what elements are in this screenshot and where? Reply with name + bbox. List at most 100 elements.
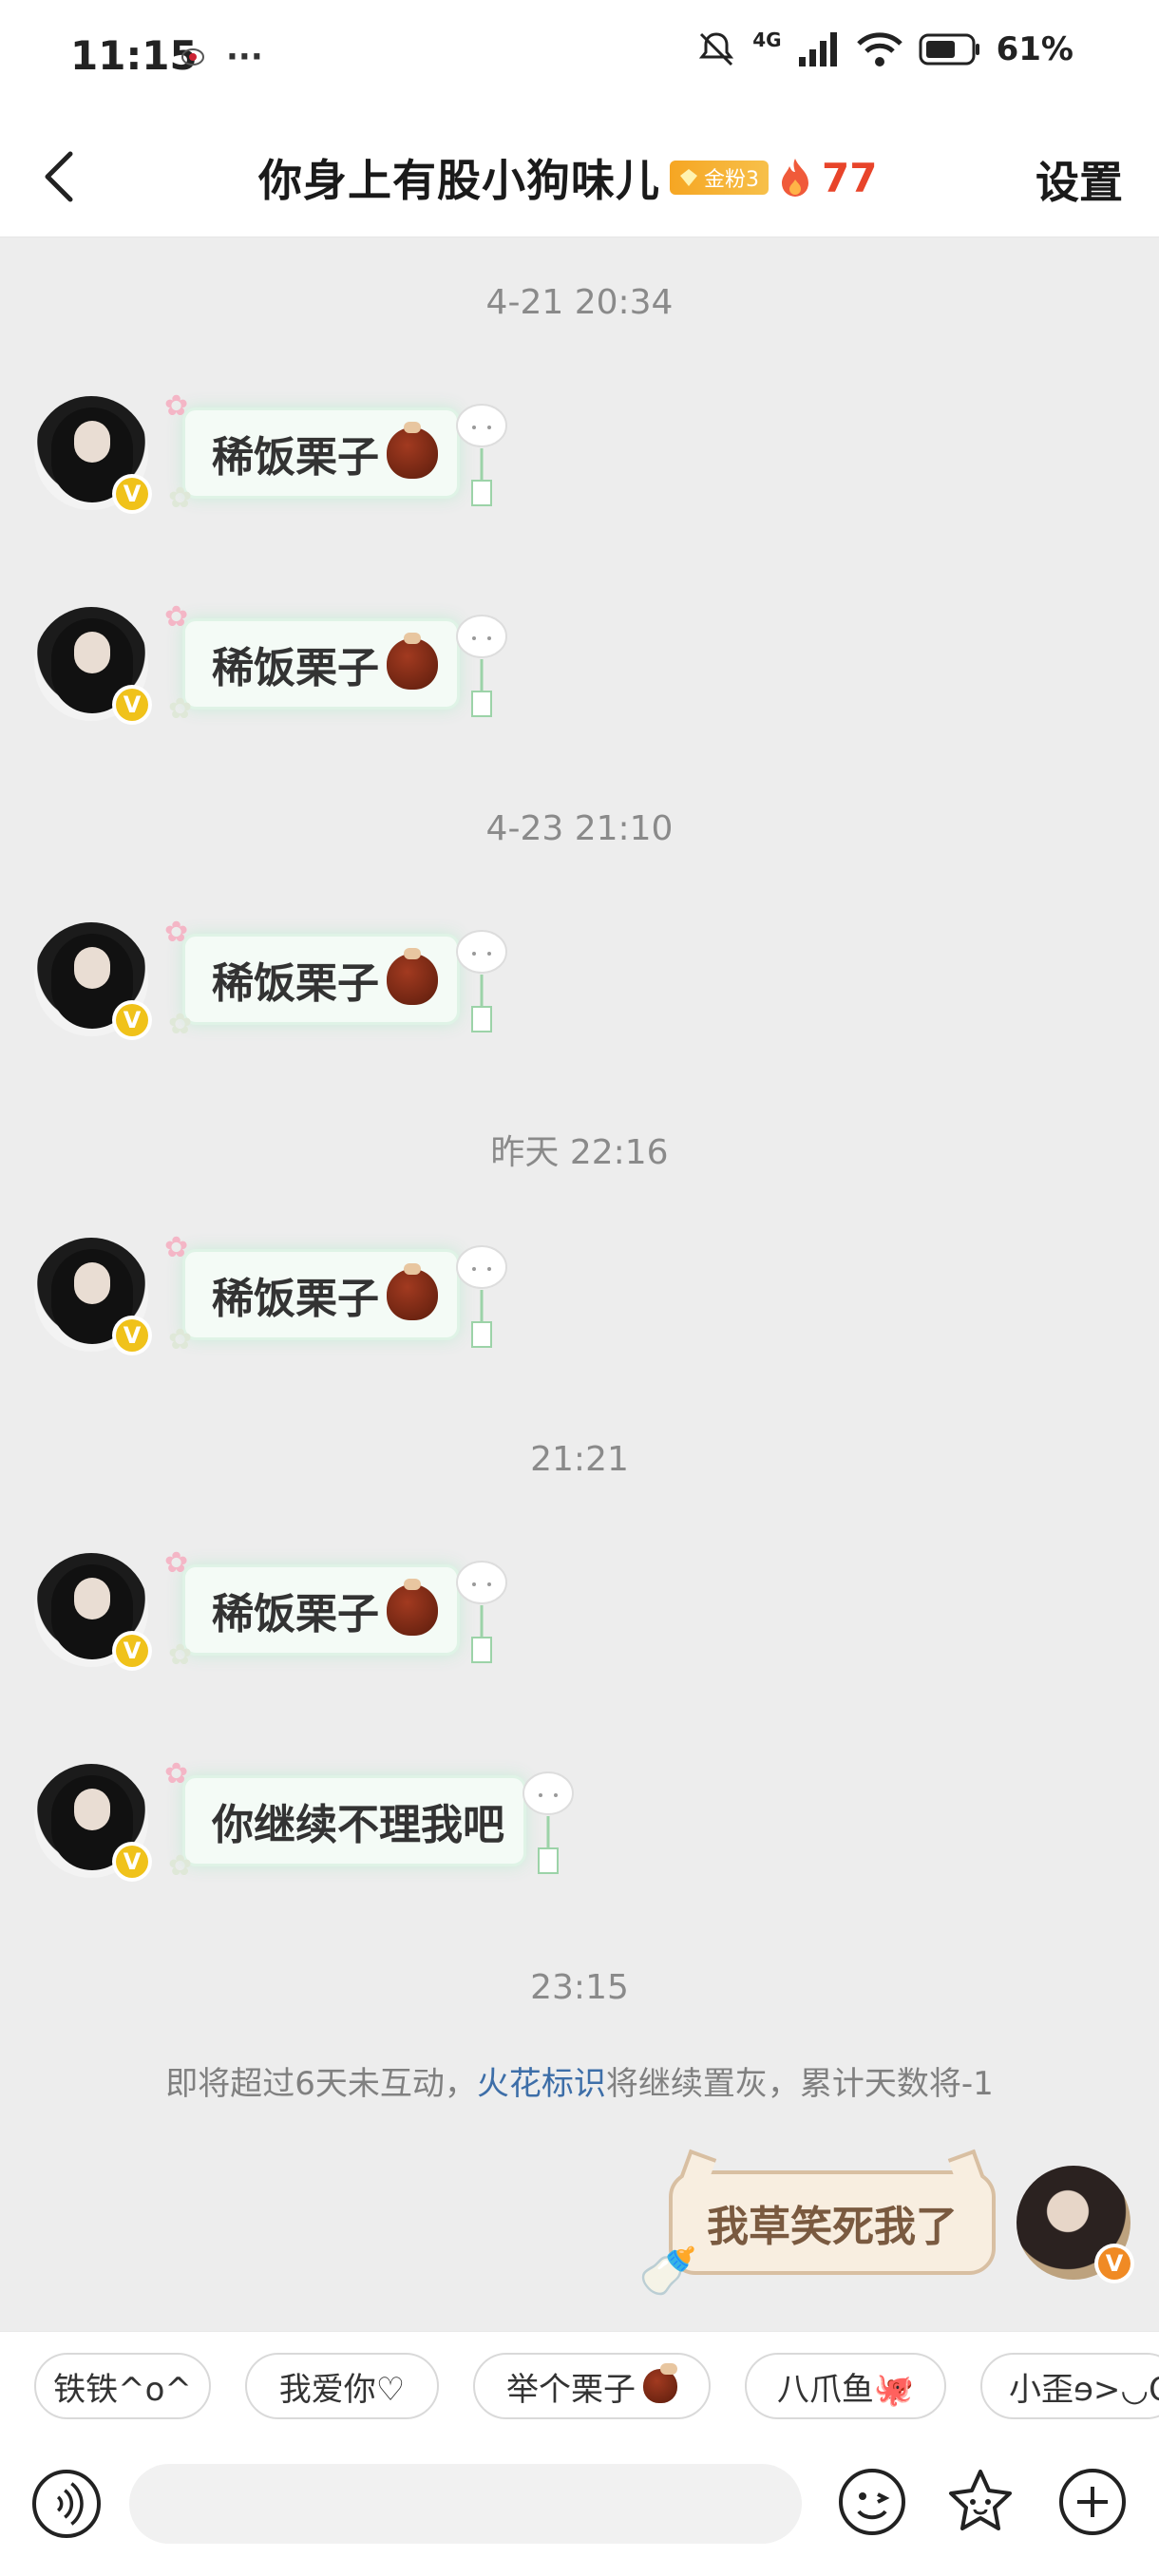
message-input[interactable]: [129, 2464, 802, 2544]
sheep-sticker-icon: [456, 404, 507, 506]
spark-notice: 即将超过6天未互动，火花标识将继续置灰，累计天数将-1: [0, 2057, 1159, 2104]
fire-icon: [782, 159, 808, 197]
message-row: V ✿ ✿ 稀饭栗子: [34, 600, 507, 726]
quick-reply-label: 举个栗子: [506, 2370, 636, 2409]
sheep-sticker-icon: [456, 930, 507, 1032]
sheep-sticker-icon: [456, 1561, 507, 1663]
verified-icon: V: [112, 1842, 152, 1882]
back-icon[interactable]: [34, 148, 87, 205]
wifi-icon: [856, 32, 902, 66]
sheep-sticker-icon: [456, 1245, 507, 1348]
message-text: 稀饭栗子: [212, 433, 379, 482]
quick-reply-label: 铁铁^o^: [53, 2370, 192, 2409]
add-icon[interactable]: [1056, 2466, 1129, 2538]
streak-count: 77: [822, 154, 878, 201]
quick-reply-chip[interactable]: 举个栗子: [473, 2353, 711, 2419]
status-ellipsis: ···: [226, 38, 263, 76]
fan-level-label: 金粉3: [704, 168, 759, 192]
flower-icon: ✿: [168, 482, 193, 515]
flower-icon: ✿: [168, 1849, 193, 1883]
quick-reply-chip[interactable]: 小歪ɘ>◡O: [980, 2353, 1159, 2419]
message-text: 你继续不理我吧: [212, 1801, 504, 1849]
flower-icon: ✿: [164, 1757, 189, 1790]
quick-reply-chip[interactable]: 八爪鱼🐙: [745, 2353, 946, 2419]
message-row: V ✿ ✿ 稀饭栗子: [34, 1231, 507, 1356]
flower-icon: ✿: [168, 692, 193, 726]
voice-icon[interactable]: [32, 2470, 101, 2538]
battery-label: 61%: [996, 30, 1074, 68]
chestnut-icon: [387, 948, 438, 1005]
chestnut-icon: [387, 1579, 438, 1636]
chestnut-icon: [387, 633, 438, 690]
message-bubble[interactable]: ✿ ✿ 稀饭栗子: [164, 916, 507, 1041]
status-time: 11:15: [70, 32, 198, 79]
avatar[interactable]: V: [34, 396, 152, 514]
mute-icon: [699, 32, 734, 66]
quick-reply-chip[interactable]: 我爱你♡: [245, 2353, 439, 2419]
timestamp: 4-23 21:10: [485, 809, 674, 848]
battery-icon: [919, 33, 979, 66]
avatar[interactable]: V: [34, 1238, 152, 1355]
notice-text-before: 即将超过6天未互动，: [165, 2065, 477, 2103]
message-row: V ✿ ✿ 稀饭栗子: [34, 389, 507, 515]
settings-button[interactable]: 设置: [1036, 148, 1123, 211]
message-text: 稀饭栗子: [212, 1590, 379, 1638]
flower-icon: ✿: [164, 600, 189, 634]
avatar[interactable]: V: [34, 607, 152, 725]
message-bubble[interactable]: ✿ ✿ 你继续不理我吧: [164, 1757, 574, 1883]
milk-bottle-icon: 🍼: [638, 2244, 698, 2299]
status-left-icons: ···: [180, 38, 263, 76]
message-text: 稀饭栗子: [212, 644, 379, 692]
avatar[interactable]: V: [34, 922, 152, 1040]
sticker-star-icon[interactable]: [944, 2466, 1016, 2538]
signal-icon: [798, 32, 837, 66]
message-bubble[interactable]: ✿ ✿ 稀饭栗子: [164, 389, 507, 515]
flower-icon: ✿: [168, 1323, 193, 1356]
quick-reply-chip[interactable]: 铁铁^o^: [34, 2353, 211, 2419]
chestnut-icon: [387, 422, 438, 479]
message-row: V ✿ ✿ 你继续不理我吧: [34, 1757, 574, 1883]
avatar[interactable]: V: [34, 1764, 152, 1882]
verified-icon: V: [1094, 2244, 1134, 2283]
flower-icon: ✿: [164, 916, 189, 949]
input-bar: [0, 2435, 1159, 2576]
message-row: V ✿ ✿ 稀饭栗子: [34, 916, 507, 1041]
notice-text-after: 将继续置灰，累计天数将-1: [605, 2065, 994, 2103]
flower-icon: ✿: [168, 1008, 193, 1041]
chat-title: 你身上有股小狗味儿: [258, 155, 660, 206]
own-message-row: 🍼 我草笑死我了 V: [638, 2149, 1134, 2299]
quick-reply-label: 小歪ɘ>◡O: [1009, 2370, 1159, 2409]
message-bubble[interactable]: ✿ ✿ 稀饭栗子: [164, 600, 507, 726]
flower-icon: ✿: [164, 1546, 189, 1580]
chestnut-icon: [387, 1263, 438, 1320]
timestamp: 4-21 20:34: [485, 283, 674, 322]
flower-icon: ✿: [168, 1638, 193, 1672]
emoji-icon[interactable]: [836, 2466, 908, 2538]
own-avatar[interactable]: V: [1016, 2166, 1134, 2283]
status-bar: 11:15 ··· 4G 61%: [0, 0, 1159, 114]
verified-icon: V: [112, 685, 152, 725]
chat-title-group: 你身上有股小狗味儿 金粉3 77: [258, 146, 877, 209]
fan-level-badge: 金粉3: [670, 161, 769, 195]
message-bubble[interactable]: ✿ ✿ 稀饭栗子: [164, 1546, 507, 1672]
chat-header: 你身上有股小狗味儿 金粉3 77 设置: [0, 114, 1159, 237]
sheep-sticker-icon: [522, 1771, 574, 1874]
flower-icon: ✿: [164, 389, 189, 423]
message-text: 稀饭栗子: [212, 959, 379, 1008]
spark-link[interactable]: 火花标识: [477, 2065, 606, 2103]
own-message-text: 我草笑死我了: [707, 2203, 958, 2251]
own-message-bubble[interactable]: 🍼 我草笑死我了: [638, 2149, 996, 2299]
quick-reply-label: 八爪鱼🐙: [776, 2370, 915, 2409]
timestamp: 21:21: [530, 1440, 629, 1479]
message-row: V ✿ ✿ 稀饭栗子: [34, 1546, 507, 1672]
gem-icon: [680, 169, 697, 186]
message-text: 稀饭栗子: [212, 1275, 379, 1323]
chat-list[interactable]: 4-21 20:34 V ✿ ✿ 稀饭栗子 V ✿ ✿ 稀饭栗子 4-23 21…: [0, 237, 1159, 2327]
verified-icon: V: [112, 1631, 152, 1671]
message-bubble[interactable]: ✿ ✿ 稀饭栗子: [164, 1231, 507, 1356]
timestamp: 23:15: [530, 1968, 629, 2007]
flower-icon: ✿: [164, 1231, 189, 1264]
avatar[interactable]: V: [34, 1553, 152, 1671]
status-right-icons: 4G 61%: [695, 28, 1074, 70]
sheep-sticker-icon: [456, 615, 507, 717]
